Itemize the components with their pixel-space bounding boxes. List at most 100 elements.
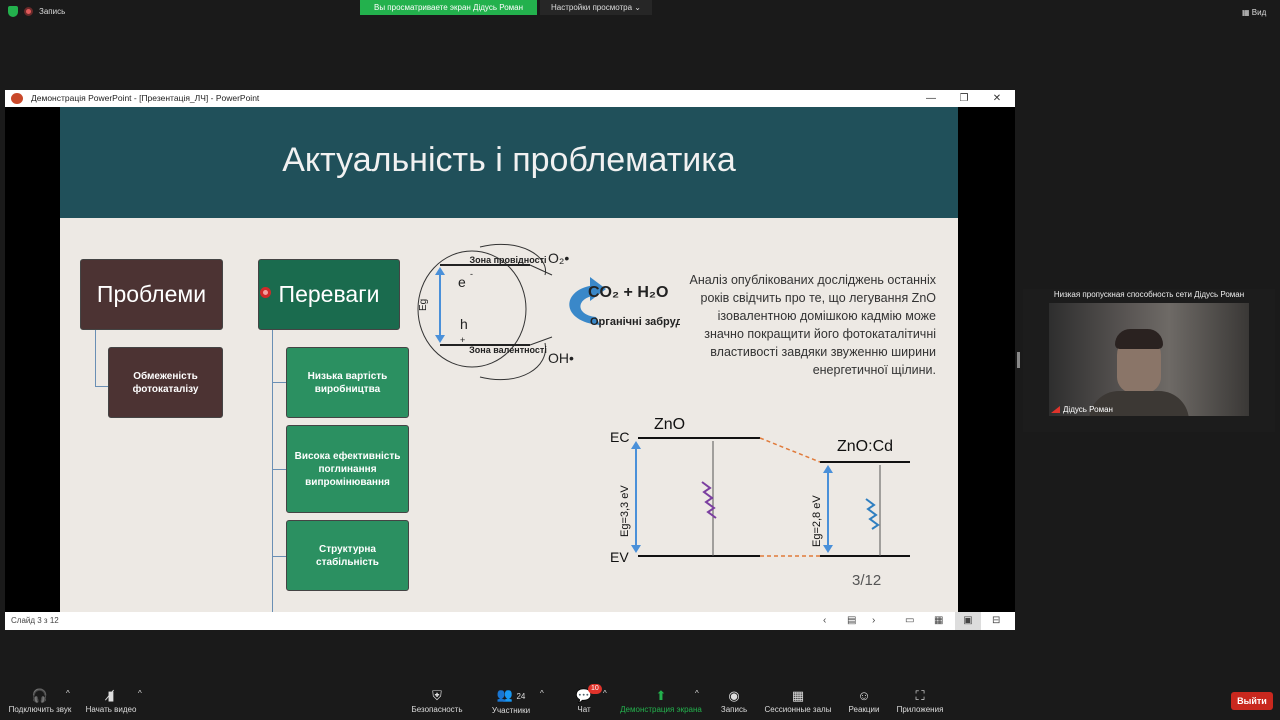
minus-sign: - — [470, 269, 473, 279]
problem-item: Обмеженість фотокаталізу — [108, 347, 223, 418]
eg-label: Eg — [418, 299, 429, 311]
advantage-item-absorption: Висока ефективність поглинання випроміню… — [286, 425, 409, 513]
participant-label: Дідусь Роман — [1051, 405, 1113, 414]
next-slide-icon[interactable]: › — [872, 612, 875, 630]
apps-label: Приложения — [896, 705, 944, 714]
minimize-button[interactable]: — — [917, 90, 945, 107]
participant-video — [1049, 303, 1249, 416]
reading-view-icon[interactable]: ▣ — [955, 612, 981, 630]
advantage-item-cost: Низька вартість виробництва — [286, 347, 409, 418]
slideshow-view-icon[interactable]: ⊟ — [992, 612, 1000, 630]
chevron-up-icon[interactable]: ^ — [540, 689, 544, 698]
advantages-box: Переваги — [258, 259, 400, 330]
slide-page-number: 3/12 — [852, 572, 882, 589]
reactions-button[interactable]: ☺ Реакции — [846, 683, 882, 720]
powerpoint-icon — [11, 93, 23, 104]
share-label: Демонстрация экрана — [620, 705, 702, 714]
slide-title: Актуальність і проблематика — [282, 141, 736, 179]
view-grid-icon: ▦ — [1242, 8, 1250, 17]
participant-name: Дідусь Роман — [1063, 405, 1113, 414]
video-off-icon: ▮̸ — [107, 688, 115, 703]
security-label: Безопасность — [411, 705, 463, 714]
person-hair — [1115, 329, 1163, 349]
breakout-rooms-button[interactable]: ▦ Сессионные залы — [762, 683, 834, 720]
connector-line — [95, 329, 96, 387]
znocd-label: ZnO:Cd — [837, 438, 893, 455]
window-titlebar: Демонстрація PowerPoint - [Презентація_Л… — [5, 90, 1015, 107]
audio-label: Подключить звук — [8, 705, 72, 714]
restore-button[interactable]: ❐ — [950, 90, 978, 107]
plus-sign: + — [460, 335, 465, 345]
view-settings-label: Настройки просмотра — [551, 3, 633, 12]
val-band-label: Зона валентності — [469, 345, 547, 355]
eg-zno-label: Eg=3,3 eV — [619, 485, 631, 537]
reactions-label: Реакции — [848, 705, 880, 714]
arrow-head — [823, 545, 833, 553]
sorter-view-icon[interactable]: ▦ — [934, 612, 943, 630]
chevron-up-icon[interactable]: ^ — [138, 689, 142, 698]
normal-view-icon[interactable]: ▭ — [905, 612, 914, 630]
record-icon — [24, 7, 33, 16]
record-label: Запись — [720, 705, 748, 714]
ec-label: EC — [610, 429, 629, 445]
people-icon: 👥 24 — [496, 687, 526, 702]
viewing-screen-banner: Вы просматриваете экран Дідусь Роман — [360, 0, 537, 15]
record-icon: ◉ — [728, 688, 740, 703]
organic-label: Органічні забрудники — [590, 316, 680, 328]
analysis-paragraph: Аналіз опублікованих досліджень останніх… — [689, 273, 936, 377]
ev-label: EV — [610, 549, 629, 565]
blue-wave-icon — [865, 498, 880, 530]
meeting-toolbar: 🎧 Подключить звук ^ ▮̸ Начать видео ^ ⛨ Без… — [0, 683, 1280, 720]
arrow-head — [435, 267, 445, 275]
rooms-label: Сессионные залы — [764, 705, 832, 714]
chevron-up-icon[interactable]: ^ — [695, 689, 699, 698]
arrow-head — [631, 545, 641, 553]
participant-count: 24 — [516, 692, 526, 701]
security-button[interactable]: ⛨ Безопасность — [408, 683, 466, 720]
recording-indicator: Запись — [8, 6, 65, 17]
shield-icon: ⛨ — [432, 688, 442, 703]
view-settings-button[interactable]: Настройки просмотра ⌄ — [540, 0, 652, 15]
dashed-link — [759, 437, 821, 463]
apps-icon: ⛶ — [915, 688, 925, 703]
chat-badge: 10 — [588, 684, 602, 694]
status-bar: Слайд 3 з 12 ‹ ▤ › ▭ ▦ ▣ ⊟ — [5, 612, 1015, 630]
record-button[interactable]: ◉ Запись — [716, 683, 752, 720]
view-button[interactable]: ▦ Вид — [1242, 8, 1266, 17]
electron-label: e — [458, 274, 466, 290]
start-video-button[interactable]: ▮̸ Начать видео — [84, 683, 138, 720]
participants-button[interactable]: 👥 24 Участники — [486, 683, 536, 720]
rooms-grid-icon: ▦ — [791, 688, 805, 703]
share-arrow-icon: ⬆ — [655, 688, 667, 703]
slide-sorter-icon[interactable]: ▤ — [847, 612, 856, 630]
participants-label: Участники — [491, 706, 531, 715]
purple-wave-icon — [701, 481, 717, 519]
recording-label: Запись — [39, 7, 66, 16]
o2-label: O₂• — [548, 250, 569, 266]
tile-header: Низкая пропускная способность сети Дідус… — [1053, 290, 1245, 299]
bandgap-diagram: ZnO ZnO:Cd EC EV Eg=3,3 eV Eg=2,8 eV — [610, 416, 910, 565]
video-tile[interactable]: Низкая пропускная способность сети Дідус… — [1023, 289, 1275, 432]
headphones-icon: 🎧 — [31, 688, 49, 703]
slide: Актуальність і проблематика Проблеми Обм… — [60, 107, 958, 612]
view-label: Вид — [1251, 8, 1267, 17]
close-button[interactable]: ✕ — [983, 90, 1011, 107]
chevron-up-icon[interactable]: ^ — [66, 689, 70, 698]
shield-icon — [8, 6, 18, 17]
chat-label: Чат — [577, 705, 591, 714]
leave-button[interactable]: Выйти — [1231, 692, 1273, 710]
prev-slide-icon[interactable]: ‹ — [823, 612, 826, 630]
zoom-top-bar: Запись Вы просматриваете экран Дідусь Ро… — [0, 0, 1280, 26]
arrow-head — [435, 335, 445, 343]
signal-icon — [1051, 406, 1060, 413]
share-screen-button[interactable]: ⬆ Демонстрация экрана — [618, 683, 704, 720]
cond-band-label: Зона провідності — [470, 255, 547, 265]
window-title: Демонстрація PowerPoint - [Презентація_Л… — [31, 93, 260, 103]
apps-button[interactable]: ⛶ Приложения — [894, 683, 946, 720]
chevron-up-icon[interactable]: ^ — [603, 689, 607, 698]
slide-counter: Слайд 3 з 12 — [11, 616, 59, 625]
panel-resize-handle[interactable] — [1017, 352, 1020, 368]
chat-button[interactable]: 💬 Чат 10 — [568, 683, 602, 720]
join-audio-button[interactable]: 🎧 Подключить звук — [6, 683, 74, 720]
powerpoint-window: Демонстрація PowerPoint - [Презентація_Л… — [5, 90, 1015, 630]
